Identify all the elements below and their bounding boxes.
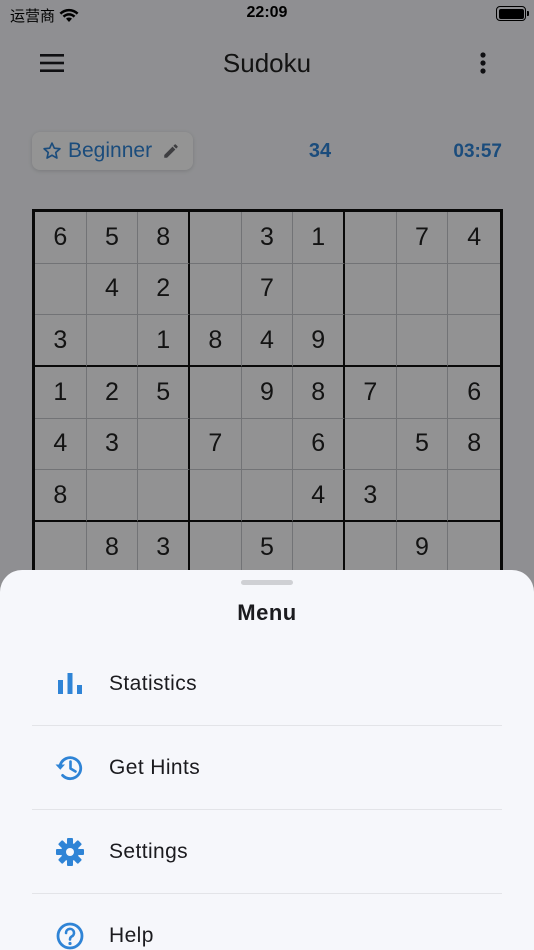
- menu-item-settings[interactable]: Settings: [32, 810, 502, 894]
- menu-item-help[interactable]: Help: [32, 894, 502, 950]
- menu-bottom-sheet: Menu Statistics Get Hints Settings Help: [0, 570, 534, 950]
- menu-item-label: Statistics: [109, 671, 198, 695]
- bar-chart-icon: [58, 672, 82, 694]
- menu-item-statistics[interactable]: Statistics: [32, 642, 502, 726]
- menu-item-label: Help: [109, 923, 154, 947]
- drag-handle[interactable]: [241, 580, 293, 585]
- menu-title: Menu: [237, 600, 297, 625]
- menu-item-label: Get Hints: [109, 755, 201, 779]
- menu-item-label: Settings: [109, 839, 189, 863]
- menu-item-get-hints[interactable]: Get Hints: [32, 726, 502, 810]
- history-icon: [55, 755, 83, 780]
- sudoku-app: 运营商 22:09 Sudoku Beginner 34 03:57 6 5 8…: [0, 0, 534, 950]
- help-icon: [56, 922, 84, 949]
- gear-icon: [56, 837, 84, 866]
